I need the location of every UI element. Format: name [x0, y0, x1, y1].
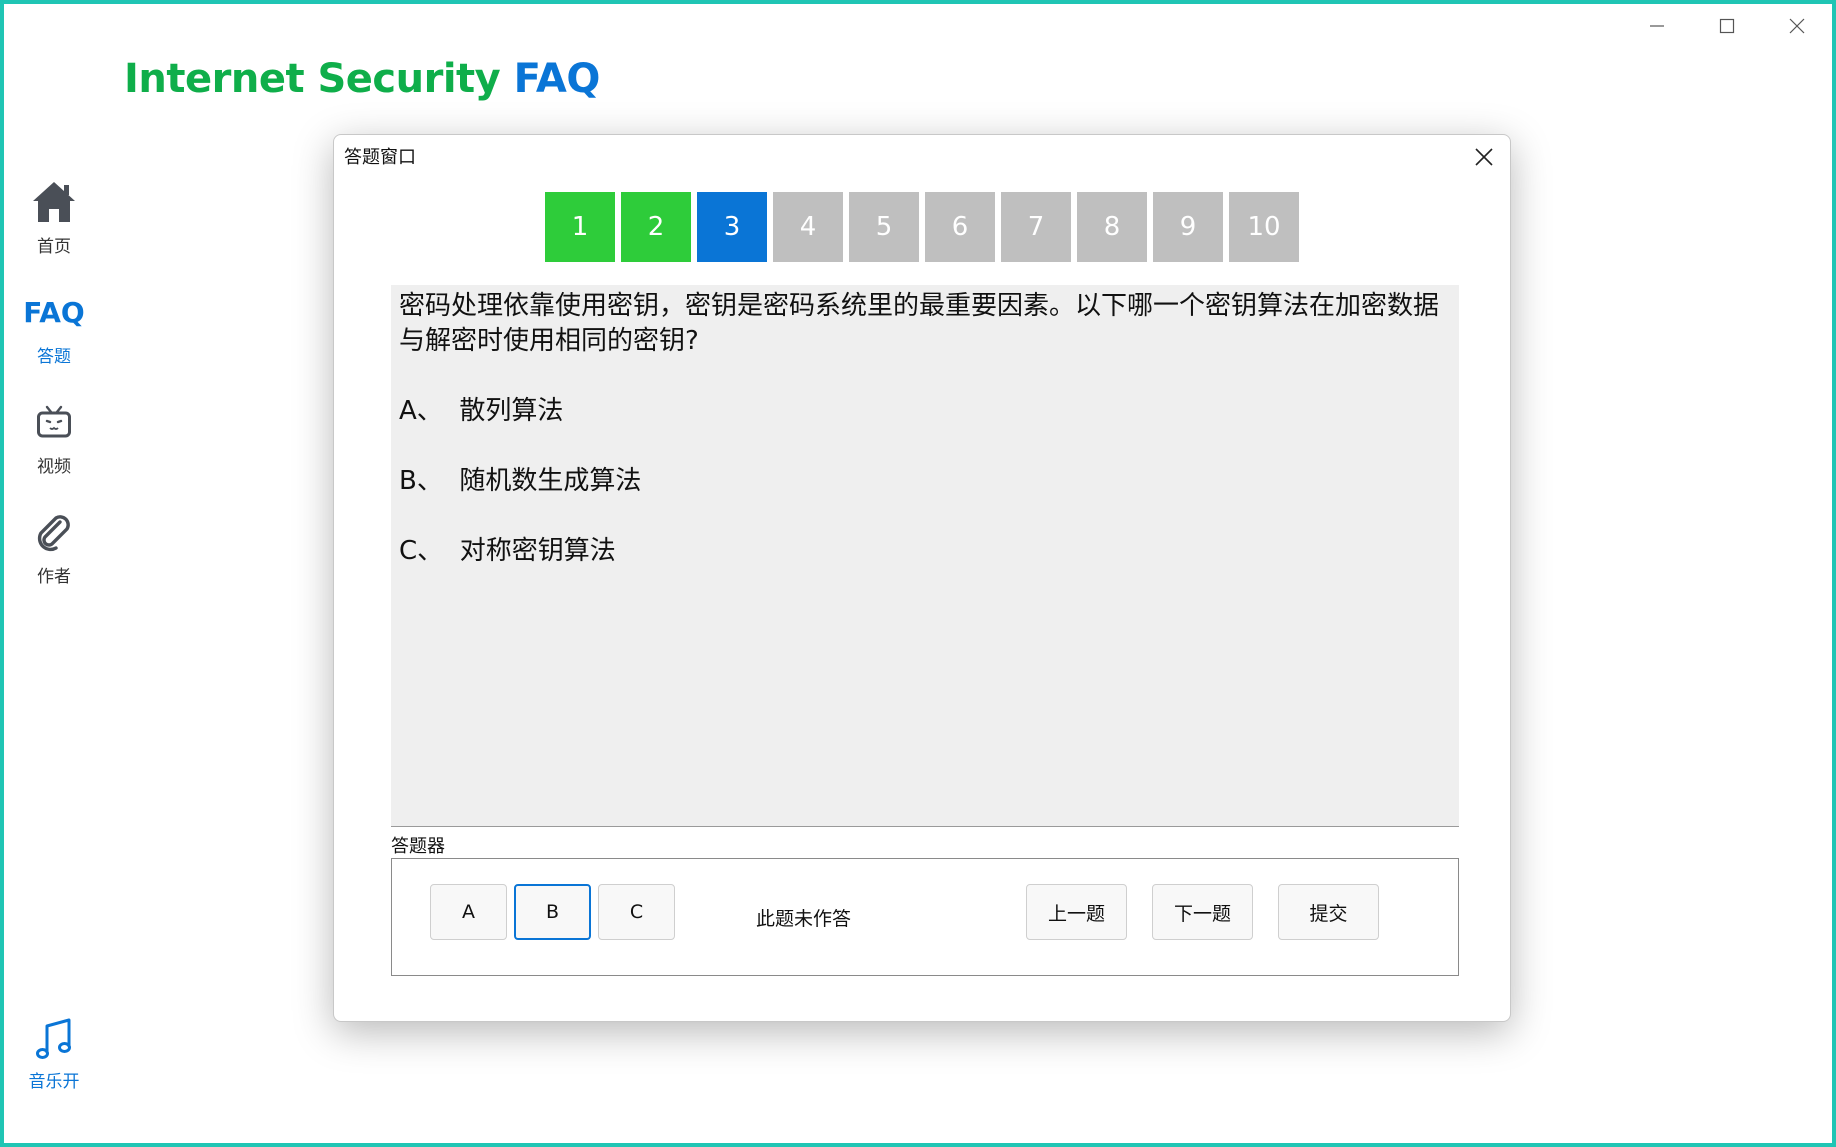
- question-text: 密码处理依靠使用密钥，密钥是密码系统里的最重要因素。以下哪一个密钥算法在加密数据…: [399, 291, 1440, 356]
- sidebar-item-label: 视频: [37, 457, 71, 477]
- sidebar-item-video[interactable]: 视频: [4, 394, 104, 504]
- paperclip-icon: [37, 515, 70, 552]
- option-b: B、 随机数生成算法: [399, 464, 1451, 499]
- question-number-button[interactable]: 3: [697, 192, 767, 262]
- question-number-button[interactable]: 10: [1229, 192, 1299, 262]
- faq-icon: FAQ: [23, 295, 85, 329]
- answer-panel: A B C 此题未作答 上一题 下一题 提交: [391, 858, 1459, 976]
- close-icon: [1475, 148, 1493, 166]
- answer-status: 此题未作答: [756, 908, 852, 930]
- question-number-button[interactable]: 9: [1153, 192, 1223, 262]
- option-text: 对称密钥算法: [459, 536, 616, 566]
- app-title: Internet Security FAQ: [124, 56, 600, 102]
- answer-c-button[interactable]: C: [598, 884, 675, 940]
- window-controls: [1622, 4, 1832, 48]
- quiz-dialog: 答题窗口 1 2 3 4 5 6 7 8 9 10 密码处理依靠使用密钥，密钥是…: [333, 134, 1511, 1022]
- home-icon: [33, 182, 75, 222]
- maximize-button[interactable]: [1692, 4, 1762, 48]
- maximize-icon: [1719, 18, 1735, 34]
- sidebar-item-label: 答题: [37, 347, 71, 367]
- music-toggle[interactable]: 音乐开: [4, 1017, 104, 1092]
- sidebar-item-faq[interactable]: FAQ 答题: [4, 284, 104, 394]
- question-number-button[interactable]: 5: [849, 192, 919, 262]
- dialog-title: 答题窗口: [344, 147, 416, 168]
- question-navigator: 1 2 3 4 5 6 7 8 9 10: [545, 192, 1299, 262]
- sidebar: 首页 FAQ 答题 视频 作者: [4, 174, 104, 614]
- dialog-close-button[interactable]: [1466, 139, 1502, 175]
- sidebar-item-label: 作者: [37, 567, 71, 587]
- sidebar-item-label: 首页: [37, 237, 71, 257]
- option-text: 散列算法: [459, 396, 564, 426]
- option-text: 随机数生成算法: [459, 466, 642, 496]
- question-number-button[interactable]: 2: [621, 192, 691, 262]
- sidebar-item-home[interactable]: 首页: [4, 174, 104, 284]
- answer-a-button[interactable]: A: [430, 884, 507, 940]
- music-toggle-label: 音乐开: [28, 1072, 80, 1092]
- app-title-part1: Internet Security: [124, 56, 514, 102]
- option-a: A、 散列算法: [399, 394, 1451, 429]
- question-number-button[interactable]: 4: [773, 192, 843, 262]
- next-question-button[interactable]: 下一题: [1152, 884, 1253, 940]
- question-number-button[interactable]: 6: [925, 192, 995, 262]
- app-window: Internet Security FAQ 首页 FAQ 答题 视频 作者 音乐…: [4, 4, 1832, 1143]
- question-number-button[interactable]: 1: [545, 192, 615, 262]
- minimize-icon: [1650, 25, 1664, 27]
- minimize-button[interactable]: [1622, 4, 1692, 48]
- close-window-button[interactable]: [1762, 4, 1832, 48]
- question-number-button[interactable]: 8: [1077, 192, 1147, 262]
- question-number-button[interactable]: 7: [1001, 192, 1071, 262]
- question-display: 密码处理依靠使用密钥，密钥是密码系统里的最重要因素。以下哪一个密钥算法在加密数据…: [391, 285, 1459, 827]
- sidebar-item-author[interactable]: 作者: [4, 504, 104, 614]
- app-title-part2: FAQ: [513, 56, 601, 102]
- option-c: C、 对称密钥算法: [399, 534, 1451, 569]
- option-prefix: A、: [399, 396, 443, 426]
- close-icon: [1789, 18, 1805, 34]
- submit-button[interactable]: 提交: [1278, 884, 1379, 940]
- answer-group-label: 答题器: [391, 836, 445, 857]
- prev-question-button[interactable]: 上一题: [1026, 884, 1127, 940]
- music-note-icon: [36, 1018, 71, 1059]
- option-prefix: B、: [399, 466, 443, 496]
- tv-icon: [37, 405, 71, 438]
- option-prefix: C、: [399, 536, 444, 566]
- answer-b-button[interactable]: B: [514, 884, 591, 940]
